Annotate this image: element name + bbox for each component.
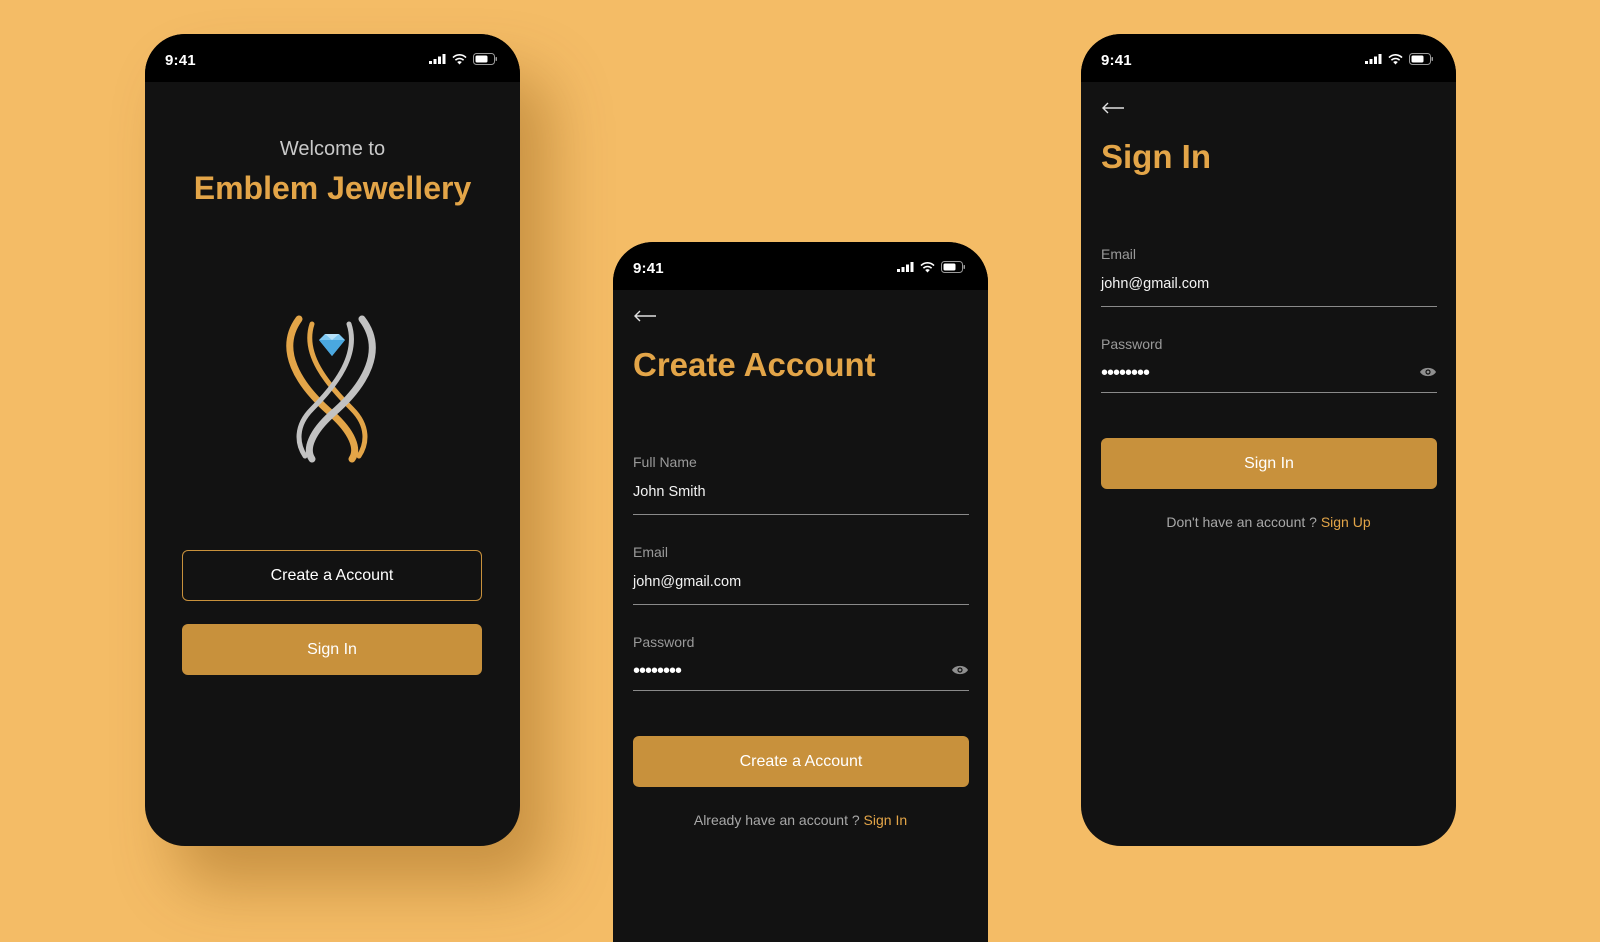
page-title: Sign In [1101,138,1211,175]
status-bar: 9:41 [613,242,988,290]
eye-icon[interactable] [1419,366,1437,378]
status-bar: 9:41 [145,34,520,82]
full-name-field[interactable]: Full Name John Smith [633,454,969,515]
sign-in-button[interactable]: Sign In [182,624,482,675]
status-bar: 9:41 [1081,34,1456,82]
battery-icon [941,261,965,273]
battery-icon [473,53,497,65]
back-arrow-icon[interactable] [1101,102,1125,114]
eye-icon[interactable] [951,664,969,676]
create-account-screen: 9:41 Create Account Full Name John Smith… [613,242,988,942]
create-account-submit-button[interactable]: Create a Account [633,736,969,787]
password-field[interactable]: Password •••••••• [633,634,969,691]
password-input[interactable]: •••••••• [633,660,682,683]
page-title: Create Account [633,346,876,383]
password-label: Password [633,634,695,650]
status-time: 9:41 [1101,52,1132,69]
signal-icon [897,262,914,272]
status-time: 9:41 [165,52,196,69]
sign-in-submit-button[interactable]: Sign In [1101,438,1437,489]
battery-icon [1409,53,1433,65]
welcome-screen: 9:41 Welcome to Emblem Jewellery Create … [145,34,520,846]
signup-link[interactable]: Sign Up [1321,514,1371,530]
email-label: Email [1101,246,1137,262]
signup-prompt: Don't have an account ? Sign Up [1081,514,1456,530]
email-field[interactable]: Email john@gmail.com [1101,246,1437,307]
signin-prompt: Already have an account ? Sign In [613,812,988,828]
signin-link[interactable]: Sign In [864,812,908,828]
wifi-icon [1388,53,1403,64]
signal-icon [429,54,446,64]
signin-prompt-text: Already have an account ? [693,812,860,828]
brand-title: Emblem Jewellery [193,170,472,206]
signup-prompt-text: Don't have an account ? [1166,514,1317,530]
welcome-greeting: Welcome to [279,138,386,160]
sign-in-screen: 9:41 Sign In Email john@gmail.com Passwo… [1081,34,1456,846]
full-name-input[interactable]: John Smith [633,484,706,500]
full-name-label: Full Name [633,454,697,470]
back-arrow-icon[interactable] [633,310,657,322]
password-label: Password [1101,336,1163,352]
password-field[interactable]: Password •••••••• [1101,336,1437,393]
create-account-button[interactable]: Create a Account [182,550,482,601]
email-label: Email [633,544,669,560]
password-input[interactable]: •••••••• [1101,362,1150,385]
email-input[interactable]: john@gmail.com [633,574,741,590]
email-input[interactable]: john@gmail.com [1101,276,1209,292]
signal-icon [1365,54,1382,64]
status-time: 9:41 [633,260,664,277]
wifi-icon [452,53,467,64]
email-field[interactable]: Email john@gmail.com [633,544,969,605]
wifi-icon [920,261,935,272]
emblem-logo [286,315,376,463]
